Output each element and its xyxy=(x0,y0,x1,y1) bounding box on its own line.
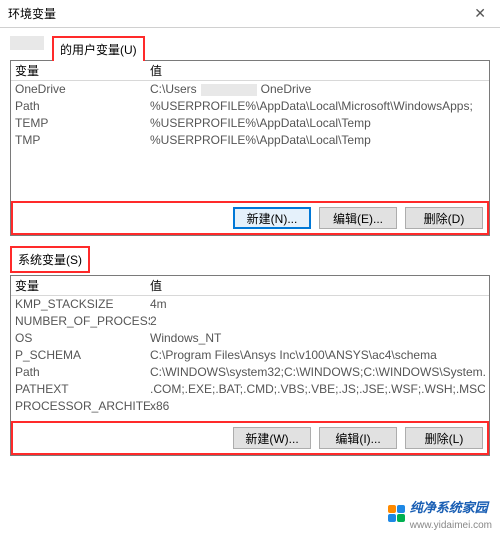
table-row[interactable]: TEMP %USERPROFILE%\AppData\Local\Temp xyxy=(11,115,489,132)
watermark: 纯净系统家园 www.yidaimei.com xyxy=(388,497,492,531)
col-header-name: 变量 xyxy=(15,276,150,295)
system-vars-body: KMP_STACKSIZE 4m NUMBER_OF_PROCESSORS 2 … xyxy=(11,296,489,415)
col-header-name: 变量 xyxy=(15,61,150,80)
system-vars-header: 变量 值 xyxy=(11,276,489,296)
user-vars-label: 的用户变量(U) xyxy=(52,36,145,63)
window-title: 环境变量 xyxy=(8,5,56,22)
table-row[interactable]: OS Windows_NT xyxy=(11,330,489,347)
redacted-username xyxy=(10,36,44,50)
user-new-button[interactable]: 新建(N)... xyxy=(233,207,311,229)
watermark-url: www.yidaimei.com xyxy=(410,520,492,531)
table-row[interactable]: PROCESSOR_ARCHITECT... x86 xyxy=(11,398,489,415)
system-vars-label-row: 系统变量(S) xyxy=(10,246,490,273)
col-header-value: 值 xyxy=(150,276,485,295)
system-vars-label: 系统变量(S) xyxy=(10,246,90,273)
user-edit-button[interactable]: 编辑(E)... xyxy=(319,207,397,229)
system-delete-button[interactable]: 删除(L) xyxy=(405,427,483,449)
table-row[interactable]: Path C:\WINDOWS\system32;C:\WINDOWS;C:\W… xyxy=(11,364,489,381)
table-row[interactable]: P_SCHEMA C:\Program Files\Ansys Inc\v100… xyxy=(11,347,489,364)
system-new-button[interactable]: 新建(W)... xyxy=(233,427,311,449)
table-row[interactable]: PATHEXT .COM;.EXE;.BAT;.CMD;.VBS;.VBE;.J… xyxy=(11,381,489,398)
system-vars-buttons: 新建(W)... 编辑(I)... 删除(L) xyxy=(11,421,489,455)
user-vars-header: 变量 值 xyxy=(11,61,489,81)
table-row[interactable]: Path %USERPROFILE%\AppData\Local\Microso… xyxy=(11,98,489,115)
close-icon[interactable]: ✕ xyxy=(468,3,492,24)
user-vars-label-row: 的用户变量(U) xyxy=(10,36,490,60)
user-vars-body: OneDrive C:\UsersOneDrive Path %USERPROF… xyxy=(11,81,489,149)
system-vars-list[interactable]: 变量 值 KMP_STACKSIZE 4m NUMBER_OF_PROCESSO… xyxy=(10,275,490,456)
logo-icon xyxy=(388,505,406,523)
watermark-text: 纯净系统家园 xyxy=(410,500,488,515)
col-header-value: 值 xyxy=(150,61,485,80)
titlebar: 环境变量 ✕ xyxy=(0,0,500,28)
system-edit-button[interactable]: 编辑(I)... xyxy=(319,427,397,449)
table-row[interactable]: KMP_STACKSIZE 4m xyxy=(11,296,489,313)
table-row[interactable]: NUMBER_OF_PROCESSORS 2 xyxy=(11,313,489,330)
redacted-path xyxy=(201,84,257,96)
user-delete-button[interactable]: 删除(D) xyxy=(405,207,483,229)
table-row[interactable]: TMP %USERPROFILE%\AppData\Local\Temp xyxy=(11,132,489,149)
table-row[interactable]: OneDrive C:\UsersOneDrive xyxy=(11,81,489,98)
dialog-content: 的用户变量(U) 变量 值 OneDrive C:\UsersOneDrive … xyxy=(0,28,500,466)
user-vars-list[interactable]: 变量 值 OneDrive C:\UsersOneDrive Path %USE… xyxy=(10,60,490,236)
user-vars-buttons: 新建(N)... 编辑(E)... 删除(D) xyxy=(11,201,489,235)
